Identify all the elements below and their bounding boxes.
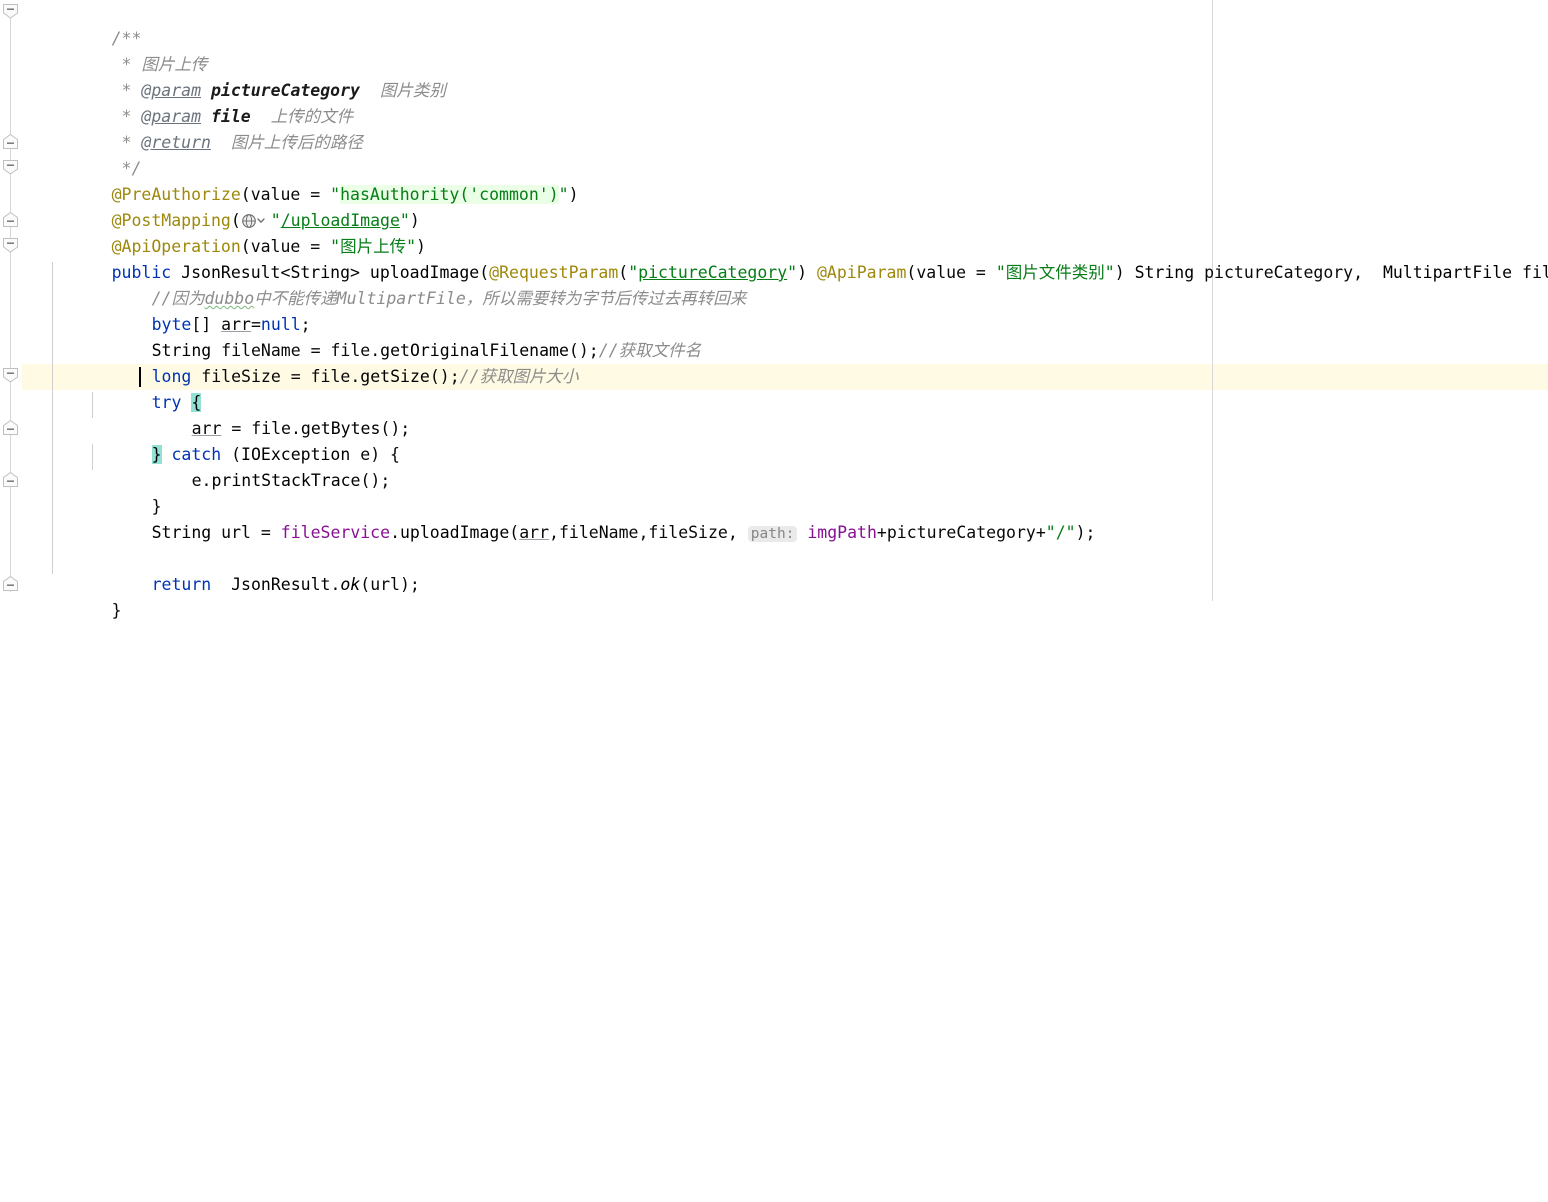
fold-marker-end[interactable] bbox=[2, 133, 19, 150]
code-line: * @return 图片上传后的路径 bbox=[0, 104, 363, 152]
variable-filesize: fileSize bbox=[201, 367, 281, 386]
keyword-return: return bbox=[151, 575, 212, 594]
brace-close-method: } bbox=[111, 601, 122, 620]
code-line: } bbox=[0, 468, 162, 516]
code-line: long fileSize = file.getSize();//获取图片大小 bbox=[151, 367, 579, 386]
text-caret bbox=[139, 367, 141, 387]
param-picturecategory: pictureCategory bbox=[1204, 263, 1354, 282]
fold-marker-end[interactable] bbox=[2, 419, 19, 436]
fold-marker-end[interactable] bbox=[2, 575, 19, 592]
field-fileservice: fileService bbox=[280, 523, 391, 542]
code-line-current: try { bbox=[0, 364, 202, 412]
variable-file: file bbox=[310, 367, 351, 386]
javadoc-return-desc: 图片上传后的路径 bbox=[230, 133, 363, 152]
code-line: byte[] arr=null; bbox=[151, 315, 311, 334]
type-jsonresult: JsonResult bbox=[231, 575, 331, 594]
method-ok: ok bbox=[340, 575, 361, 594]
parameter-hint-path[interactable]: path: bbox=[747, 526, 798, 542]
fold-marker-start[interactable] bbox=[2, 159, 19, 176]
code-line: @PreAuthorize(value = "hasAuthority('com… bbox=[111, 185, 579, 204]
code-line: String url = fileService.uploadImage(arr… bbox=[151, 523, 1096, 542]
code-line: * 图片上传 bbox=[0, 26, 208, 74]
field-imgpath: imgPath bbox=[807, 523, 877, 542]
code-line: * @param file 上传的文件 bbox=[0, 78, 354, 126]
comment-filename: //获取文件名 bbox=[598, 341, 702, 360]
variable-e: e bbox=[191, 471, 202, 490]
code-line: //因为dubbo中不能传递MultipartFile，所以需要转为字节后传过去… bbox=[0, 260, 747, 308]
type-multipartfile: MultipartFile bbox=[1382, 263, 1513, 282]
code-line: @PostMapping( "/uploadImage") bbox=[111, 211, 420, 230]
code-editor[interactable]: /** * 图片上传 * @param pictureCategory 图片类别… bbox=[0, 0, 1548, 620]
javadoc-param-desc: 图片类别 bbox=[379, 81, 446, 100]
string-slash: / bbox=[1055, 523, 1066, 542]
method-getsize: getSize bbox=[360, 367, 430, 386]
javadoc-tag-return: @return bbox=[141, 133, 211, 152]
fold-marker-end[interactable] bbox=[2, 211, 19, 228]
code-line: * @param pictureCategory 图片类别 bbox=[0, 52, 446, 100]
code-line: return JsonResult.ok(url); bbox=[151, 575, 420, 594]
variable-url: url bbox=[370, 575, 400, 594]
method-uploadimage-call: uploadImage bbox=[400, 523, 510, 542]
fold-region-line bbox=[10, 8, 11, 592]
spel-literal: 'common' bbox=[469, 185, 549, 204]
apiparam-value-literal: 图片文件类别 bbox=[1005, 263, 1105, 282]
fold-marker-end[interactable] bbox=[2, 471, 19, 488]
code-line: e.printStackTrace(); bbox=[191, 471, 391, 490]
fold-marker-start[interactable] bbox=[2, 237, 19, 254]
code-line: } catch (IOException e) { bbox=[151, 445, 400, 464]
annotation-value-key: value = bbox=[916, 263, 996, 282]
code-line: String fileName = file.getOriginalFilena… bbox=[151, 341, 702, 360]
comment-filesize: //获取图片大小 bbox=[459, 367, 579, 386]
param-picturecategory: pictureCategory bbox=[886, 523, 1036, 542]
code-line: public JsonResult<String> uploadImage(@R… bbox=[0, 234, 1548, 282]
comment-dubbo-post: 中不能传递MultipartFile，所以需要转为字节后传过去再转回来 bbox=[254, 289, 747, 308]
variable-arr: arr bbox=[519, 523, 550, 542]
annotation-apiparam[interactable]: @ApiParam bbox=[817, 263, 906, 282]
fold-marker-start[interactable] bbox=[2, 367, 19, 384]
type-string: String bbox=[151, 523, 212, 542]
fold-gutter[interactable] bbox=[0, 0, 22, 601]
variable-url: url bbox=[221, 523, 251, 542]
type-string: String bbox=[1134, 263, 1195, 282]
param-file: file bbox=[1522, 263, 1548, 282]
code-line: arr = file.getBytes(); bbox=[191, 419, 411, 438]
variable-filesize: fileSize bbox=[648, 523, 728, 542]
method-printstacktrace: printStackTrace bbox=[211, 471, 361, 490]
spel-close: ) bbox=[548, 185, 559, 204]
fold-marker-start[interactable] bbox=[2, 3, 19, 20]
variable-filename: fileName bbox=[558, 523, 639, 542]
code-content[interactable]: /** * 图片上传 * @param pictureCategory 图片类别… bbox=[0, 0, 1548, 620]
code-line: @ApiOperation(value = "图片上传") bbox=[111, 237, 426, 256]
